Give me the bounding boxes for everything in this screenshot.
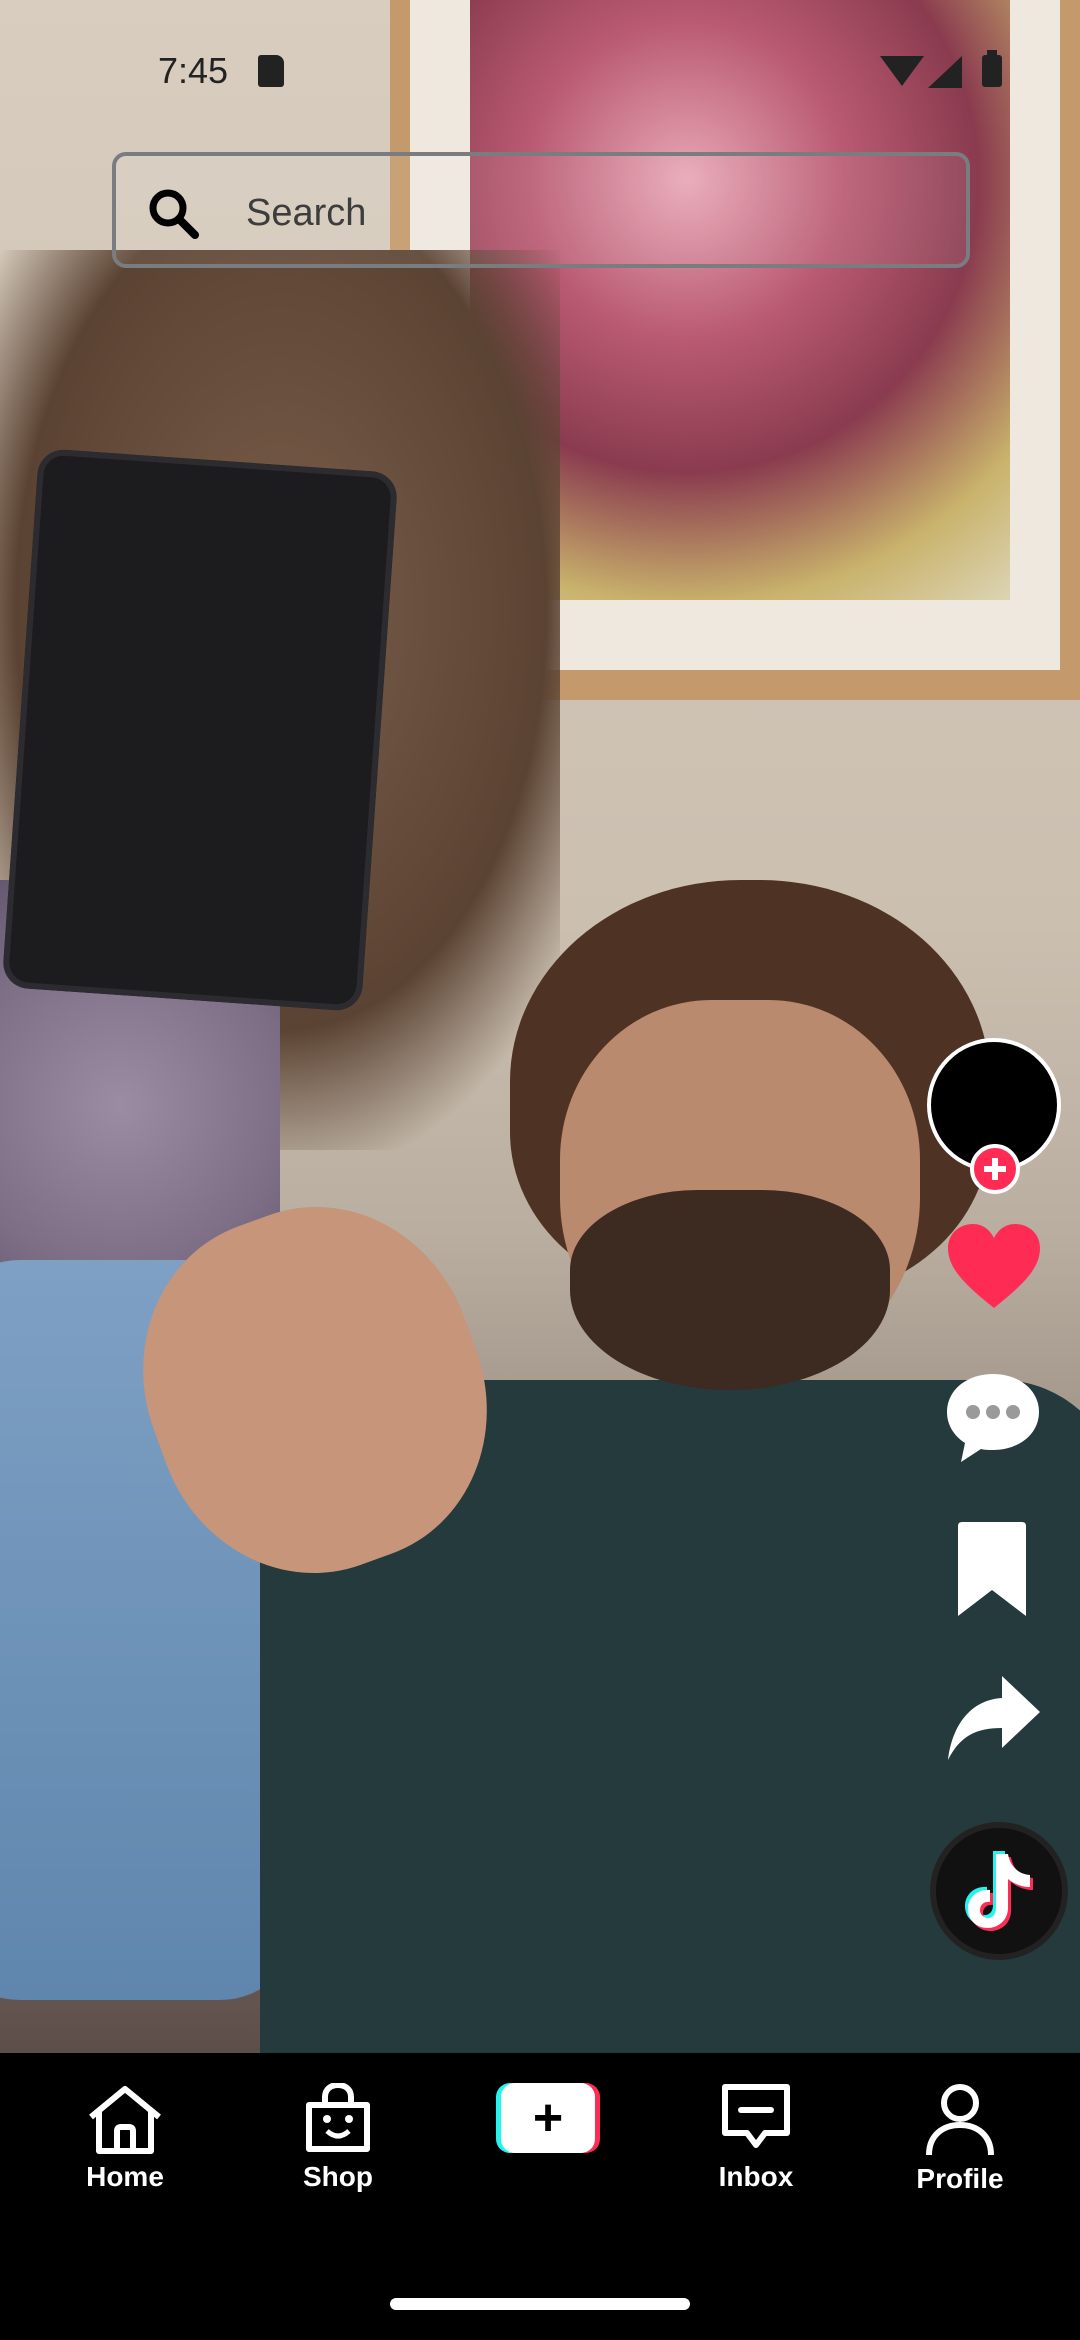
nav-home[interactable]: Home [35, 2083, 215, 2223]
comment-icon[interactable] [943, 1370, 1043, 1466]
bottom-nav: Home Shop + Inbox Profile [0, 2053, 1080, 2340]
shopping-bag-icon [306, 2083, 370, 2152]
music-disc[interactable] [930, 1822, 1068, 1960]
search-bar[interactable]: Search [112, 152, 970, 268]
nav-shop[interactable]: Shop [248, 2083, 428, 2223]
share-icon[interactable] [944, 1670, 1044, 1766]
nav-profile-label: Profile [916, 2163, 1004, 2194]
inbox-icon [722, 2084, 790, 2148]
nav-home-label: Home [86, 2161, 164, 2192]
bookmark-icon[interactable] [954, 1520, 1030, 1618]
create-button[interactable]: + [496, 2083, 600, 2153]
status-bar: 7:45 [0, 0, 1080, 140]
video-player[interactable] [0, 0, 1080, 2053]
nav-shop-label: Shop [303, 2161, 373, 2192]
sd-card-icon [258, 55, 284, 87]
wifi-icon [880, 56, 924, 86]
search-placeholder: Search [246, 192, 367, 234]
home-indicator[interactable] [390, 2298, 690, 2310]
nav-profile[interactable]: Profile [870, 2083, 1050, 2223]
create-plus-icon: + [532, 2089, 564, 2147]
nav-inbox[interactable]: Inbox [666, 2083, 846, 2223]
person-icon [926, 2084, 994, 2156]
tablet-device [1, 448, 399, 1012]
status-time: 7:45 [158, 50, 229, 91]
home-icon [89, 2086, 161, 2154]
nav-inbox-label: Inbox [718, 2161, 794, 2192]
heart-icon[interactable] [946, 1222, 1042, 1312]
search-icon [149, 189, 199, 239]
tiktok-logo-icon [965, 1851, 1033, 1931]
follow-button[interactable] [970, 1144, 1020, 1194]
battery-icon [982, 50, 1002, 87]
signal-icon [928, 56, 962, 88]
man-beard [570, 1190, 890, 1390]
